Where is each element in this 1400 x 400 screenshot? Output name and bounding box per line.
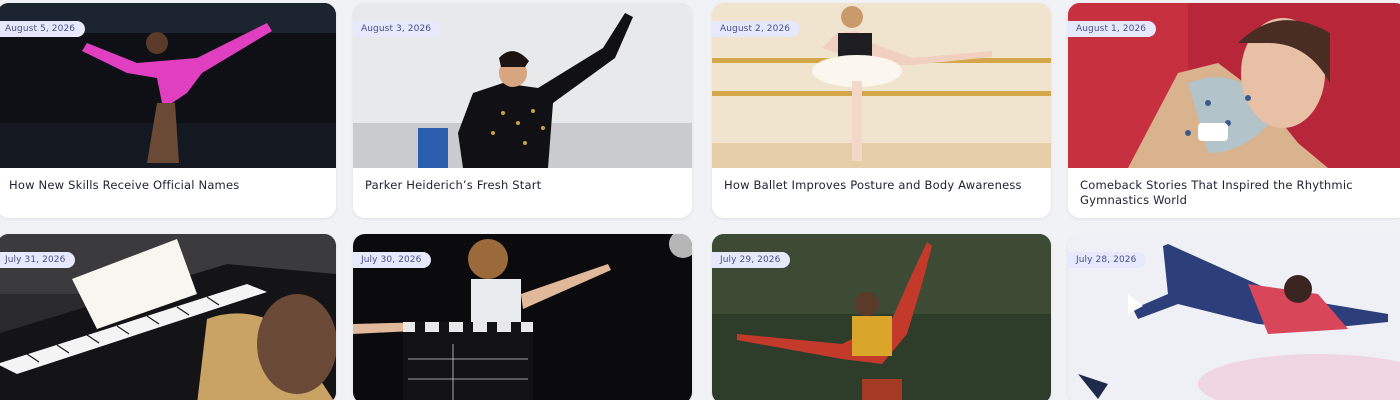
article-image-beam[interactable]: July 29, 2026 xyxy=(712,234,1051,400)
article-image-skater[interactable]: August 3, 2026 xyxy=(353,3,692,168)
article-image-skater-spread[interactable]: July 28, 2026 xyxy=(1068,234,1400,400)
date-badge: July 31, 2026 xyxy=(0,252,76,268)
article-title[interactable]: Parker Heiderich’s Fresh Start xyxy=(353,168,692,218)
article-image-actor[interactable]: July 30, 2026 xyxy=(353,234,692,400)
article-card[interactable]: July 30, 2026 xyxy=(353,234,692,400)
date-badge: July 28, 2026 xyxy=(1068,252,1147,268)
date-badge: August 3, 2026 xyxy=(353,21,442,37)
article-title[interactable]: Comeback Stories That Inspired the Rhyth… xyxy=(1068,168,1400,218)
article-card[interactable]: August 5, 2026 How New Skills Receive Of… xyxy=(0,3,336,218)
date-badge: August 1, 2026 xyxy=(1068,21,1157,37)
date-badge: July 29, 2026 xyxy=(712,252,791,268)
article-card[interactable]: August 3, 2026 Parker Heiderich’s Fresh … xyxy=(353,3,692,218)
article-image-gymnast[interactable]: August 5, 2026 xyxy=(0,3,336,168)
date-badge: July 30, 2026 xyxy=(353,252,432,268)
article-card[interactable]: July 28, 2026 xyxy=(1068,234,1400,400)
article-card[interactable]: July 31, 2026 xyxy=(0,234,336,400)
article-image-piano[interactable]: July 31, 2026 xyxy=(0,234,336,400)
article-image-rhythmic[interactable]: August 1, 2026 xyxy=(1068,3,1400,168)
date-badge: August 5, 2026 xyxy=(0,21,86,37)
article-title[interactable]: How New Skills Receive Official Names xyxy=(0,168,336,218)
article-image-ballet[interactable]: August 2, 2026 xyxy=(712,3,1051,168)
article-card[interactable]: August 1, 2026 Comeback Stories That Ins… xyxy=(1068,3,1400,218)
article-card[interactable]: August 2, 2026 How Ballet Improves Postu… xyxy=(712,3,1051,218)
article-card[interactable]: July 29, 2026 xyxy=(712,234,1051,400)
article-title[interactable]: How Ballet Improves Posture and Body Awa… xyxy=(712,168,1051,218)
date-badge: August 2, 2026 xyxy=(712,21,801,37)
